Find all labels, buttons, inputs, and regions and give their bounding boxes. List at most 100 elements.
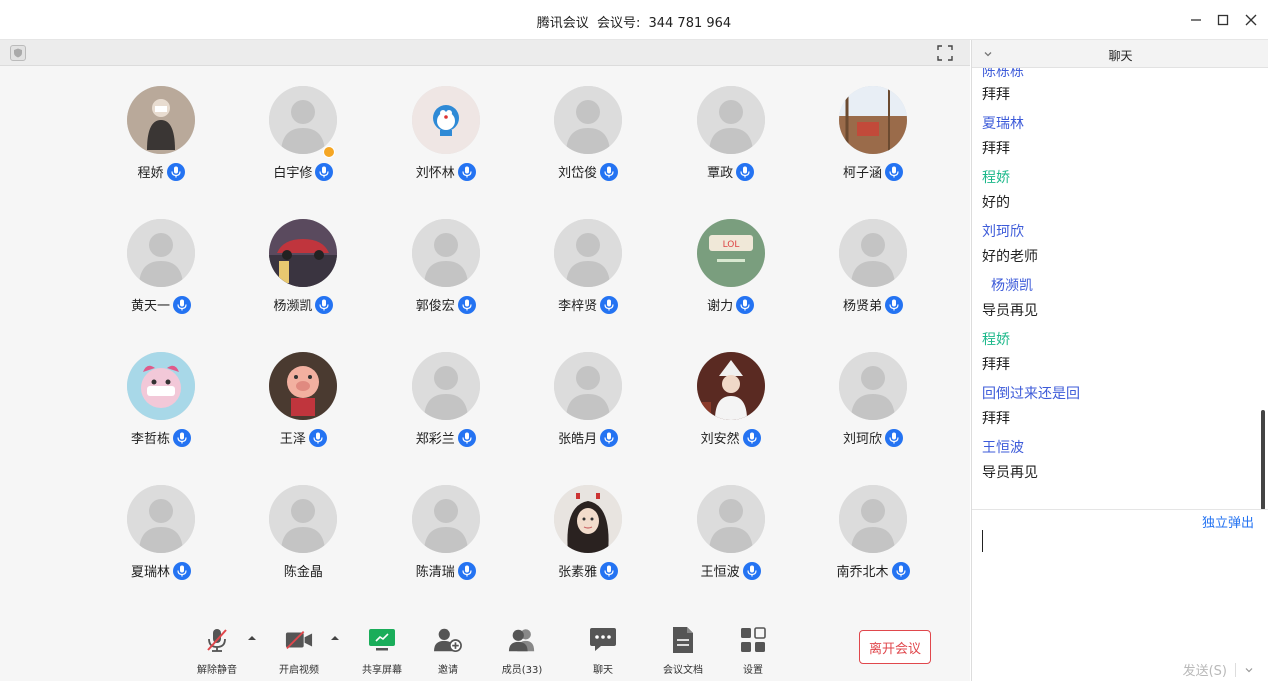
participant-name: 白宇修 [273,166,313,181]
participant-tile[interactable]: 杨濒凯 [232,219,374,339]
avatar [411,485,480,553]
avatar [127,86,195,154]
chat-button[interactable]: 聊天 [563,620,643,676]
participant-name-row: 覃政 [660,162,802,181]
participant-tile[interactable]: 南乔北木 [802,485,944,605]
unmute-button[interactable]: 解除静音 [177,620,257,676]
settings-label: 设置 [743,665,763,676]
video-options-caret-icon[interactable] [330,633,340,643]
participant-name-row: 刘岱俊 [517,162,659,181]
chat-message-list[interactable]: 陈栋栋 拜拜 夏瑞林 拜拜 程娇 好的 刘珂欣 好的老师 杨濒凯 导员再见 程娇 拜拜 回倒过来还是回… [972,68,1268,508]
avatar [411,86,480,154]
start-video-button[interactable]: 开启视频 [259,620,339,676]
microphone-icon [885,162,903,181]
share-screen-icon [368,626,396,654]
meeting-docs-label: 会议文档 [663,665,703,676]
participant-tile[interactable]: 李哲栋 [90,352,232,472]
participant-tile[interactable]: 李梓贤 [517,219,659,339]
chat-sender: 杨濒凯 [991,278,1033,294]
unmute-label: 解除静音 [197,665,237,676]
participant-name: 张素雅 [558,565,598,580]
microphone-icon [315,162,334,181]
minimize-button[interactable] [1186,10,1206,30]
participant-tile[interactable]: 陈金晶 [232,485,374,605]
participant-name-row: 陈清瑞 [375,561,517,580]
microphone-icon [891,561,910,580]
maximize-button[interactable] [1213,10,1233,30]
participant-tile[interactable]: 王恒波 [660,485,802,605]
participant-name: 李哲栋 [130,432,170,447]
participant-name: 黄天一 [130,299,170,314]
participant-tile[interactable]: 覃政 [660,86,802,206]
participant-tile[interactable]: 郭俊宏 [375,219,517,339]
send-options-chevron-icon[interactable] [1244,665,1254,675]
invite-label: 邀请 [438,665,458,676]
chat-message-text: 拜拜 [982,357,1010,373]
security-shield-icon[interactable] [10,45,26,61]
participant-name-row: 黄天一 [90,295,232,314]
participant-tile[interactable]: 张素雅 [517,485,659,605]
participant-name-row: 刘安然 [660,428,802,447]
chat-sender: 程娇 [982,332,1010,348]
participant-tile[interactable]: 白宇修 [232,86,374,206]
minimize-icon [1191,19,1201,21]
settings-button[interactable]: 设置 [713,620,793,676]
participant-tile[interactable]: 杨贤弟 [802,219,944,339]
participant-name-row: 郭俊宏 [375,295,517,314]
avatar [269,86,338,154]
microphone-icon [457,561,476,580]
participant-tile[interactable]: 郑彩兰 [375,352,517,472]
participant-name-row: 谢力 [660,295,802,314]
send-button[interactable]: 发送(S) [1183,660,1227,679]
chat-scrollbar[interactable] [1261,410,1265,510]
invite-button[interactable]: 邀请 [408,620,488,676]
participant-tile[interactable]: 张皓月 [517,352,659,472]
close-button[interactable] [1241,10,1261,30]
participant-name: 刘安然 [700,432,740,447]
participant-tile[interactable]: 程娇 [90,86,232,206]
participant-name-row: 程娇 [90,162,232,181]
members-label: 成员(33) [501,665,543,676]
meeting-docs-button[interactable]: 会议文档 [643,620,723,676]
title-bar: 腾讯会议 会议号: 344 781 964 [0,0,1268,40]
send-separator [1235,662,1236,677]
audio-options-caret-icon[interactable] [247,633,257,643]
chat-sender: 程娇 [982,170,1010,186]
members-button[interactable]: 成员(33) [482,620,562,676]
participant-name: 南乔北木 [836,565,889,580]
members-icon [508,626,536,654]
text-cursor [982,530,983,552]
participant-name: 刘珂欣 [842,432,882,447]
participant-name: 陈清瑞 [415,565,455,580]
chat-message-text: 拜拜 [982,141,1010,157]
participant-tile[interactable]: 夏瑞林 [90,485,232,605]
participant-name: 陈金晶 [283,565,323,580]
leave-meeting-button[interactable]: 离开会议 [859,630,931,664]
participant-tile[interactable]: 刘珂欣 [802,352,944,472]
avatar [127,219,195,287]
fullscreen-icon[interactable] [936,44,954,62]
participant-tile[interactable]: 刘岱俊 [517,86,659,206]
avatar [696,352,765,420]
participant-tile[interactable]: LOL 谢力 [660,219,802,339]
participant-name-row: 刘珂欣 [802,428,944,447]
avatar [269,352,338,420]
app-grid-icon [739,626,767,654]
participant-tile[interactable]: 王泽 [232,352,374,472]
participant-tile[interactable]: 陈清瑞 [375,485,517,605]
microphone-icon [600,561,619,580]
participant-tile[interactable]: 刘怀林 [375,86,517,206]
chat-message-text: 拜拜 [982,87,1010,103]
participant-tile[interactable]: 刘安然 [660,352,802,472]
participant-tile[interactable]: 黄天一 [90,219,232,339]
chat-sender: 刘珂欣 [982,224,1024,240]
microphone-icon [457,162,476,181]
video-panel: 程娇 白宇修 刘怀林 刘岱俊 覃政 柯子涵 黄天一 杨濒凯 郭俊宏 李梓贤 LOL 谢力 杨贤弟 李哲栋王… [0,40,970,681]
chat-input[interactable] [972,510,1268,650]
microphone-icon [457,428,476,447]
participant-name: 王泽 [279,432,306,447]
avatar [696,485,765,553]
popout-chat-link[interactable]: 独立弹出 [1202,512,1254,531]
participant-tile[interactable]: 柯子涵 [802,86,944,206]
camera-off-icon [285,626,313,654]
